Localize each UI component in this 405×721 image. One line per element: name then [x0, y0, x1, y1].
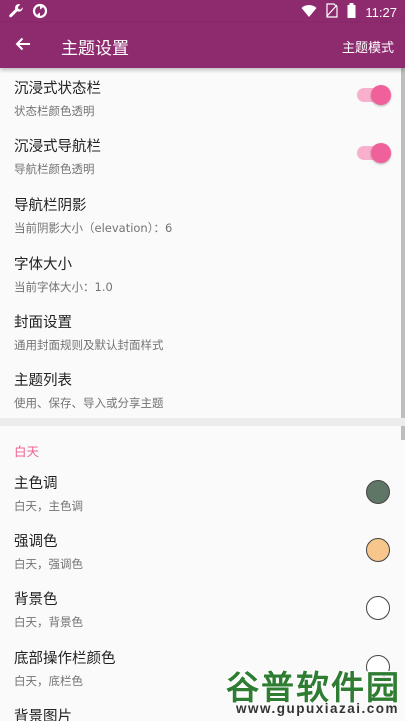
page-title: 主题设置: [61, 39, 129, 59]
setting-immersive-status-bar[interactable]: 沉浸式状态栏 状态栏颜色透明: [0, 68, 405, 127]
setting-immersive-nav-bar[interactable]: 沉浸式导航栏 导航栏颜色透明: [0, 126, 405, 185]
setting-subtitle: 使用、保存、导入或分享主题: [14, 396, 164, 410]
settings-list: 沉浸式状态栏 状态栏颜色透明 沉浸式导航栏 导航栏颜色透明 导航栏阴影 当前阴影…: [0, 68, 405, 721]
status-bar: 11:27: [0, 0, 405, 23]
setting-subtitle: 当前阴影大小（elevation）：6: [14, 221, 173, 235]
accent-color-swatch[interactable]: [366, 538, 390, 562]
watermark-url: www.gupuxiazai.com: [235, 701, 399, 716]
setting-title: 封面设置: [14, 315, 72, 331]
background-color-swatch[interactable]: [366, 596, 390, 620]
setting-title: 沉浸式导航栏: [14, 139, 101, 155]
setting-subtitle: 白天，强调色: [14, 557, 83, 571]
setting-subtitle: 白天，背景色: [14, 615, 83, 629]
setting-title: 沉浸式状态栏: [14, 81, 101, 97]
setting-subtitle: 白天，底栏色: [14, 674, 83, 688]
watermark-logo: 谷普软件园 www.gupuxiazai.com: [216, 661, 401, 719]
theme-mode-button[interactable]: 主题模式: [342, 37, 394, 56]
setting-background-color[interactable]: 背景色 白天，背景色: [0, 579, 405, 638]
setting-title: 强调色: [14, 534, 58, 550]
setting-title: 背景色: [14, 592, 58, 608]
wrench-icon: [8, 3, 24, 23]
toggle-knob: [371, 143, 391, 163]
setting-title: 背景图片: [14, 709, 72, 721]
setting-font-size[interactable]: 字体大小 当前字体大小：1.0: [0, 244, 405, 303]
primary-color-swatch[interactable]: [366, 480, 390, 504]
setting-subtitle: 白天，主色调: [14, 499, 83, 513]
setting-cover[interactable]: 封面设置 通用封面规则及默认封面样式: [0, 302, 405, 361]
status-left-icons: [8, 3, 48, 23]
setting-subtitle: 当前字体大小：1.0: [14, 280, 113, 294]
section-divider: [0, 418, 405, 426]
status-right-icons: 11:27: [301, 3, 397, 21]
setting-nav-bar-shadow[interactable]: 导航栏阴影 当前阴影大小（elevation）：6: [0, 185, 405, 244]
status-bar-toggle[interactable]: [357, 85, 391, 105]
setting-primary-color[interactable]: 主色调 白天，主色调: [0, 463, 405, 522]
setting-title: 底部操作栏颜色: [14, 651, 116, 667]
setting-title: 主色调: [14, 476, 58, 492]
arrow-back-icon: [14, 35, 32, 57]
wifi-icon: [301, 4, 317, 21]
setting-theme-list[interactable]: 主题列表 使用、保存、导入或分享主题: [0, 360, 405, 419]
battery-icon: [347, 3, 356, 21]
back-button[interactable]: [10, 33, 36, 59]
setting-subtitle: 导航栏颜色透明: [14, 162, 95, 176]
toggle-knob: [371, 85, 391, 105]
setting-subtitle: 状态栏颜色透明: [14, 104, 95, 118]
no-sim-icon: [326, 3, 339, 21]
setting-accent-color[interactable]: 强调色 白天，强调色: [0, 521, 405, 580]
setting-subtitle: 通用封面规则及默认封面样式: [14, 338, 164, 352]
nav-bar-toggle[interactable]: [357, 143, 391, 163]
setting-title: 字体大小: [14, 257, 72, 273]
day-section-header: 白天: [14, 444, 40, 459]
app-bar: 主题设置 主题模式: [0, 23, 405, 68]
status-time: 11:27: [365, 4, 397, 20]
sync-icon: [32, 3, 48, 23]
setting-title: 主题列表: [14, 373, 72, 389]
setting-title: 导航栏阴影: [14, 198, 87, 214]
